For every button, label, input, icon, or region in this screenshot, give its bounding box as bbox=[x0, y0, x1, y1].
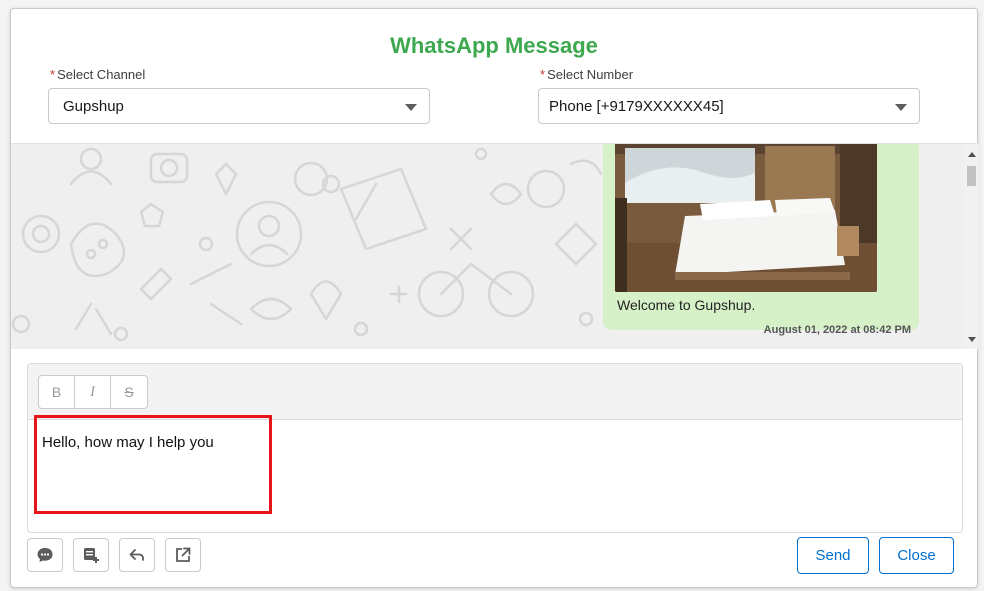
chat-bubble-icon bbox=[37, 548, 53, 562]
insert-template-button[interactable] bbox=[73, 538, 109, 572]
message-timestamp: August 01, 2022 at 08:42 PM bbox=[763, 324, 911, 336]
send-button[interactable]: Send bbox=[797, 537, 869, 574]
annotation-highlight-box bbox=[34, 415, 272, 514]
chevron-down-icon bbox=[895, 104, 907, 111]
reply-button[interactable] bbox=[119, 538, 155, 572]
format-button-group: B I S bbox=[38, 375, 148, 409]
reply-icon bbox=[129, 549, 144, 561]
number-label-text: Select Number bbox=[547, 67, 634, 82]
required-mark: * bbox=[50, 67, 56, 82]
italic-button[interactable]: I bbox=[75, 376, 111, 408]
bold-button[interactable]: B bbox=[39, 376, 75, 408]
number-label: * Select Number bbox=[540, 67, 633, 82]
channel-select-value: Gupshup bbox=[63, 97, 124, 115]
scroll-thumb[interactable] bbox=[967, 166, 976, 186]
required-mark: * bbox=[540, 67, 546, 82]
channel-label-text: Select Channel bbox=[57, 67, 146, 82]
number-select-value: Phone [+9179XXXXXX45] bbox=[549, 97, 724, 115]
editor-toolbar: B I S bbox=[28, 364, 962, 420]
message-bubble: Welcome to Gupshup. August 01, 2022 at 0… bbox=[603, 144, 919, 336]
channel-label: * Select Channel bbox=[50, 67, 145, 82]
strikethrough-button[interactable]: S bbox=[111, 376, 147, 408]
hotel-bedroom-image bbox=[615, 144, 877, 292]
chat-scrollbar[interactable] bbox=[964, 144, 979, 349]
number-select[interactable]: Phone [+9179XXXXXX45] bbox=[538, 88, 920, 124]
chat-history[interactable]: Welcome to Gupshup. August 01, 2022 at 0… bbox=[11, 143, 979, 349]
template-add-icon bbox=[84, 548, 99, 563]
scroll-up-arrow-icon[interactable] bbox=[964, 148, 979, 162]
modal-title: WhatsApp Message bbox=[390, 33, 598, 58]
channel-select[interactable]: Gupshup bbox=[48, 88, 430, 124]
message-text: Welcome to Gupshup. bbox=[617, 297, 756, 313]
chevron-down-icon bbox=[405, 104, 417, 111]
chat-background-pattern bbox=[11, 147, 603, 342]
external-link-icon bbox=[176, 547, 191, 562]
close-button[interactable]: Close bbox=[879, 537, 954, 574]
chat-bubble-button[interactable] bbox=[27, 538, 63, 572]
open-external-button[interactable] bbox=[165, 538, 201, 572]
scroll-down-arrow-icon[interactable] bbox=[964, 332, 979, 346]
